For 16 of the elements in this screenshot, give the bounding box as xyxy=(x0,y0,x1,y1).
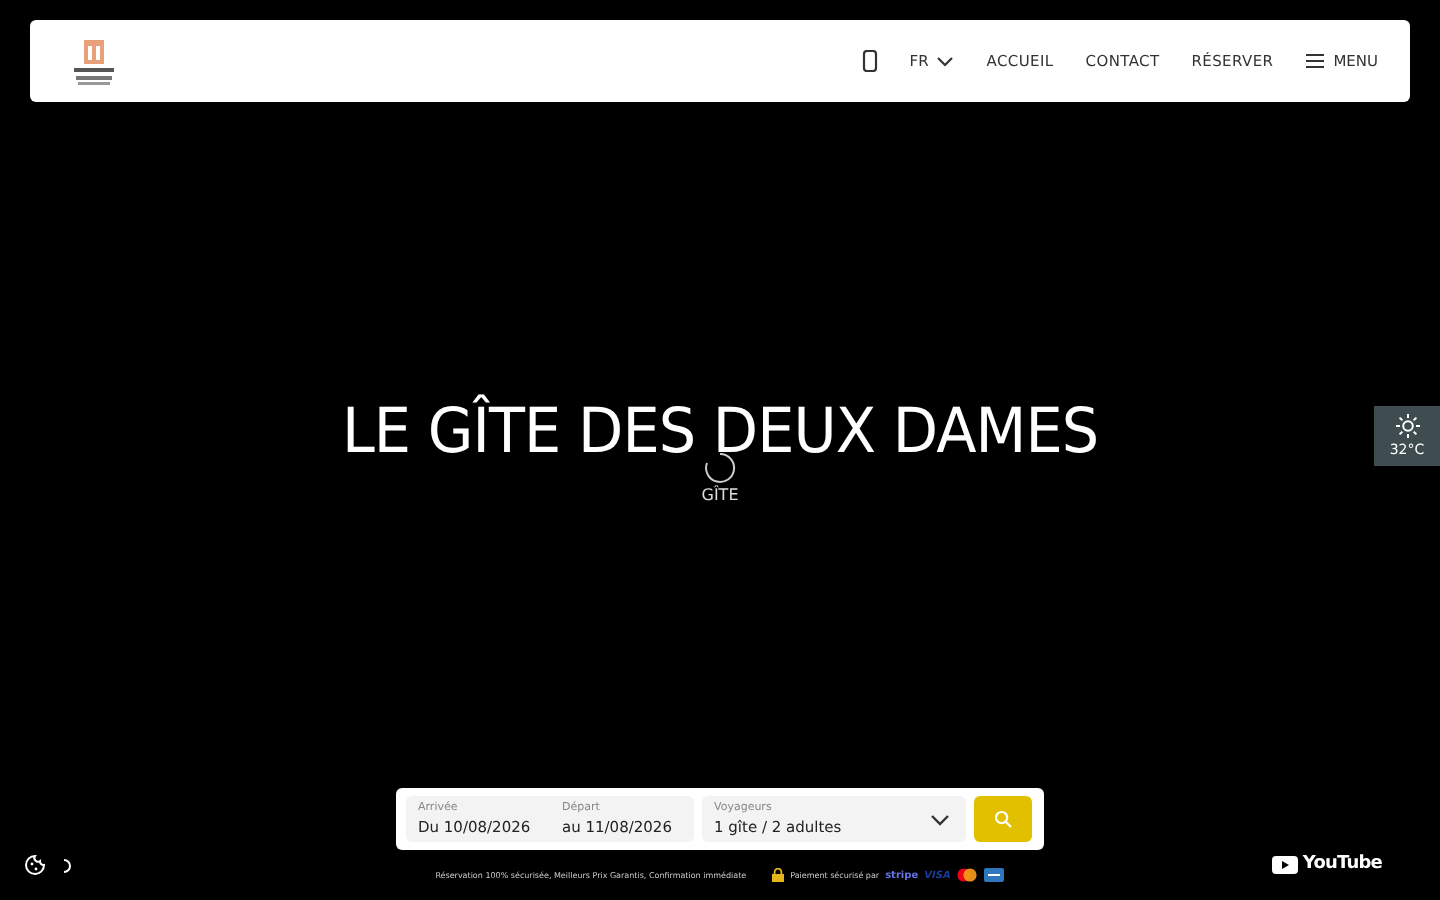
card-logo-icon xyxy=(984,868,1005,882)
loading-spinner-icon xyxy=(704,451,736,483)
moon-icon[interactable] xyxy=(62,857,74,873)
hero-subtitle: GÎTE xyxy=(701,485,739,503)
menu-icon xyxy=(1305,54,1324,68)
caret-icon xyxy=(930,813,950,825)
lock-icon xyxy=(772,868,785,882)
card-logo-icon xyxy=(956,868,979,882)
play-icon xyxy=(1272,855,1299,873)
youtube-link[interactable]: YouTube xyxy=(1272,854,1382,874)
cookie-icon[interactable] xyxy=(24,854,46,876)
sun-icon xyxy=(1395,414,1419,438)
hero-title: LE GÎTE DES DEUX DAMES xyxy=(341,395,1099,467)
caret-icon xyxy=(936,55,955,67)
phone-icon[interactable] xyxy=(861,50,878,72)
search-icon xyxy=(994,810,1012,828)
